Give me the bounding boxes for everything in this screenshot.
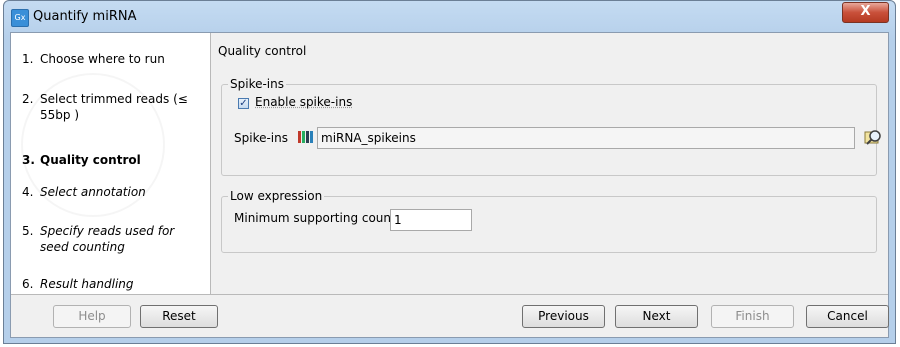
next-button[interactable]: Next: [615, 305, 698, 328]
step-number: 5.: [22, 224, 34, 238]
close-button[interactable]: X: [842, 2, 889, 23]
window-title: Quantify miRNA: [33, 9, 137, 24]
finish-button[interactable]: Finish: [711, 305, 794, 328]
step-label: Select trimmed reads (≤ 55bp ): [40, 92, 188, 122]
step-label: Quality control: [40, 153, 141, 167]
browse-icon[interactable]: [862, 127, 884, 149]
section-title: Quality control: [218, 44, 307, 58]
spike-ins-field-label: Spike-ins: [234, 131, 288, 145]
enable-spike-ins-checkbox[interactable]: ✓: [238, 98, 249, 109]
spike-ins-group: Spike-ins ✓ Enable spike-ins Spike-ins m…: [221, 77, 881, 176]
spike-ins-field[interactable]: miRNA_spikeins: [317, 127, 855, 149]
step-number: 1.: [22, 52, 34, 66]
button-bar: Help Reset Previous Next Finish Cancel: [11, 294, 889, 337]
low-expression-group: Low expression Minimum supporting count …: [221, 189, 877, 253]
step-number: 3.: [22, 153, 35, 167]
dialog-window: Gx Quantify miRNA X 1. Choose where to r…: [3, 0, 896, 344]
sequence-list-icon: [297, 129, 317, 145]
minimum-supporting-count-label: Minimum supporting count: [234, 211, 396, 225]
help-button[interactable]: Help: [53, 305, 131, 328]
step-label: Select annotation: [40, 185, 146, 199]
step-label: Specify reads used for seed counting: [40, 224, 175, 254]
previous-button[interactable]: Previous: [522, 305, 605, 328]
low-expression-legend: Low expression: [228, 189, 325, 203]
minimum-supporting-count-input[interactable]: 1: [390, 209, 472, 231]
step-number: 4.: [22, 185, 34, 199]
dialog-body: 1. Choose where to run 2. Select trimmed…: [10, 32, 889, 338]
wizard-steps-panel: 1. Choose where to run 2. Select trimmed…: [11, 33, 211, 297]
spike-ins-legend: Spike-ins: [228, 77, 286, 91]
step-number: 2.: [22, 92, 34, 106]
app-icon: Gx: [11, 9, 29, 27]
title-bar[interactable]: Gx Quantify miRNA X: [4, 1, 895, 31]
step-label: Choose where to run: [40, 52, 165, 66]
step-number: 6.: [22, 277, 34, 291]
enable-spike-ins-label[interactable]: Enable spike-ins: [255, 95, 352, 109]
reset-button[interactable]: Reset: [140, 305, 218, 328]
cancel-button[interactable]: Cancel: [806, 305, 889, 328]
step-label: Result handling: [40, 277, 134, 291]
main-panel: Quality control Spike-ins ✓ Enable spike…: [211, 33, 888, 297]
